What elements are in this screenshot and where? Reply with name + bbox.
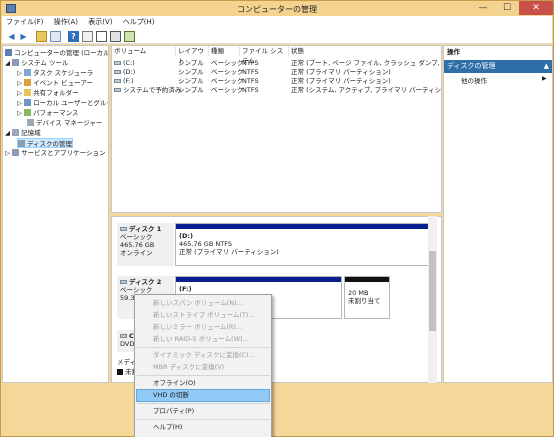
primary-partition-stripe [176,224,429,229]
drive-icon [114,88,121,92]
menu-help[interactable]: ヘルプ(H) [119,16,159,29]
primary-partition-stripe [176,277,341,282]
help-icon[interactable]: ? [68,31,79,42]
unallocated-space[interactable]: 20 MB 未割り当て [344,276,390,319]
task-scheduler-icon [24,69,32,76]
unallocated-stripe [345,277,389,282]
export-icon[interactable] [110,31,121,42]
services-icon [12,149,20,156]
navigation-tree: コンピューターの管理 (ローカル) ◢ システム ツール ▷ タスク スケジュー… [2,45,109,383]
context-menu: 新しいスパン ボリューム(N)... 新しいストライプ ボリューム(T)... … [134,294,272,437]
menu-separator [137,347,270,348]
tree-item-system-tools[interactable]: ◢ システム ツール [5,58,68,68]
tools-icon [12,59,20,66]
collapse-icon[interactable]: ▲ [544,60,549,73]
disk-icon [120,227,127,231]
menu-item-new-striped-volume[interactable]: 新しいストライプ ボリューム(T)... [153,310,255,321]
legend-swatch [117,369,123,375]
actions-header: 操作 [444,46,552,58]
tree-item-computer-management[interactable]: コンピューターの管理 (ローカル) [5,48,108,58]
menu-item-properties[interactable]: プロパティ(P) [153,406,194,417]
column-header-status[interactable]: 状態 [289,46,441,56]
maximize-button[interactable]: ☐ [495,1,519,15]
tree-item-task-scheduler[interactable]: ▷ タスク スケジューラ [17,68,93,78]
tree-item-device-manager[interactable]: デバイス マネージャー [27,118,102,128]
menu-separator [137,403,270,404]
expand-icon[interactable]: ▷ [17,69,22,77]
expand-icon[interactable]: ▷ [17,89,22,97]
back-icon[interactable]: ◀ [6,31,17,42]
menu-item-new-spanned-volume[interactable]: 新しいスパン ボリューム(N)... [153,298,243,309]
title-bar[interactable]: コンピューターの管理 — ☐ ✕ [1,1,553,16]
column-header-layout[interactable]: レイアウト [176,46,209,65]
drive-icon [114,79,121,83]
disk-icon [120,280,127,284]
column-header-volume[interactable]: ボリューム [112,46,176,56]
menu-item-convert-mbr[interactable]: MBR ディスクに変換(V) [153,362,224,373]
tree-item-disk-management[interactable]: ディスクの管理 [17,138,74,148]
expand-icon[interactable]: ▷ [17,99,22,107]
computer-management-window: コンピューターの管理 — ☐ ✕ ファイル(F) 操作(A) 表示(V) ヘルプ… [0,0,554,437]
storage-icon [12,129,20,136]
expand-icon[interactable]: ◢ [5,59,10,67]
menu-item-new-mirrored-volume[interactable]: 新しいミラー ボリューム(R)... [153,322,242,333]
expand-icon[interactable]: ◢ [5,129,10,137]
menu-item-offline[interactable]: オフライン(O) [153,378,196,389]
tree-item-event-viewer[interactable]: ▷ イベント ビューアー [17,78,93,88]
submenu-arrow-icon: ▶ [542,75,547,82]
refresh-icon[interactable] [96,31,107,42]
disk-management-icon [18,140,25,147]
toolbar: ◀ ▶ ? [2,29,552,44]
menu-item-help[interactable]: ヘルプ(H) [153,422,182,433]
tree-item-local-users[interactable]: ▷ ローカル ユーザーとグループ [17,98,108,108]
menu-bar: ファイル(F) 操作(A) 表示(V) ヘルプ(H) [2,16,552,29]
column-header-type[interactable]: 種類 [209,46,240,56]
shared-folder-icon [24,89,32,96]
dvd-icon [120,334,127,338]
tree-item-shared-folders[interactable]: ▷ 共有フォルダー [17,88,79,98]
show-hide-tree-icon[interactable] [50,31,61,42]
up-icon[interactable] [36,31,47,42]
drive-icon [114,61,121,65]
menu-file[interactable]: ファイル(F) [2,16,48,29]
expand-icon[interactable]: ▷ [17,109,22,117]
device-manager-icon [27,119,34,126]
tree-item-storage[interactable]: ◢ 記憶域 [5,128,41,138]
performance-icon [24,109,32,116]
expand-icon[interactable]: ▷ [17,79,22,87]
properties-icon[interactable] [82,31,93,42]
actions-item-more[interactable]: 他の操作 [461,75,487,85]
menu-separator [137,375,270,376]
disk-1-label[interactable]: ディスク 1 ベーシック 465.76 GB オンライン [117,223,174,266]
expand-icon[interactable]: ▷ [5,149,10,157]
volume-list: ボリューム レイアウト 種類 ファイル システム 状態 (C:) シンプル ベー… [111,45,442,213]
tree-item-performance[interactable]: ▷ パフォーマンス [17,108,78,118]
actions-section-disk-management[interactable]: ディスクの管理 ▲ [444,60,552,73]
menu-item-detach-vhd[interactable]: VHD の切断 [153,390,189,401]
drive-icon [114,70,121,74]
actions-pane: 操作 ディスクの管理 ▲ 他の操作 ▶ [443,45,553,383]
users-icon [24,99,32,106]
scrollbar-thumb[interactable] [429,251,436,331]
menu-view[interactable]: 表示(V) [84,16,116,29]
menu-separator [137,419,270,420]
forward-icon[interactable]: ▶ [18,31,29,42]
tree-item-services-applications[interactable]: ▷ サービスとアプリケーション [5,148,105,158]
partition-d[interactable]: (D:) 465.76 GB NTFS 正常 (プライマリ パーティション) [175,223,430,266]
computer-management-icon [5,49,12,56]
column-header-file-system[interactable]: ファイル システム [240,46,289,65]
menu-item-new-raid5-volume[interactable]: 新しい RAID-5 ボリューム(W)... [153,334,249,345]
minimize-button[interactable]: — [471,1,495,15]
event-viewer-icon [24,79,32,86]
graph-scrollbar[interactable] [428,216,437,383]
menu-item-convert-dynamic[interactable]: ダイナミック ディスクに変換(C)... [153,350,255,361]
menu-action[interactable]: 操作(A) [50,16,82,29]
settings-icon[interactable] [124,31,135,42]
close-button[interactable]: ✕ [519,1,553,15]
